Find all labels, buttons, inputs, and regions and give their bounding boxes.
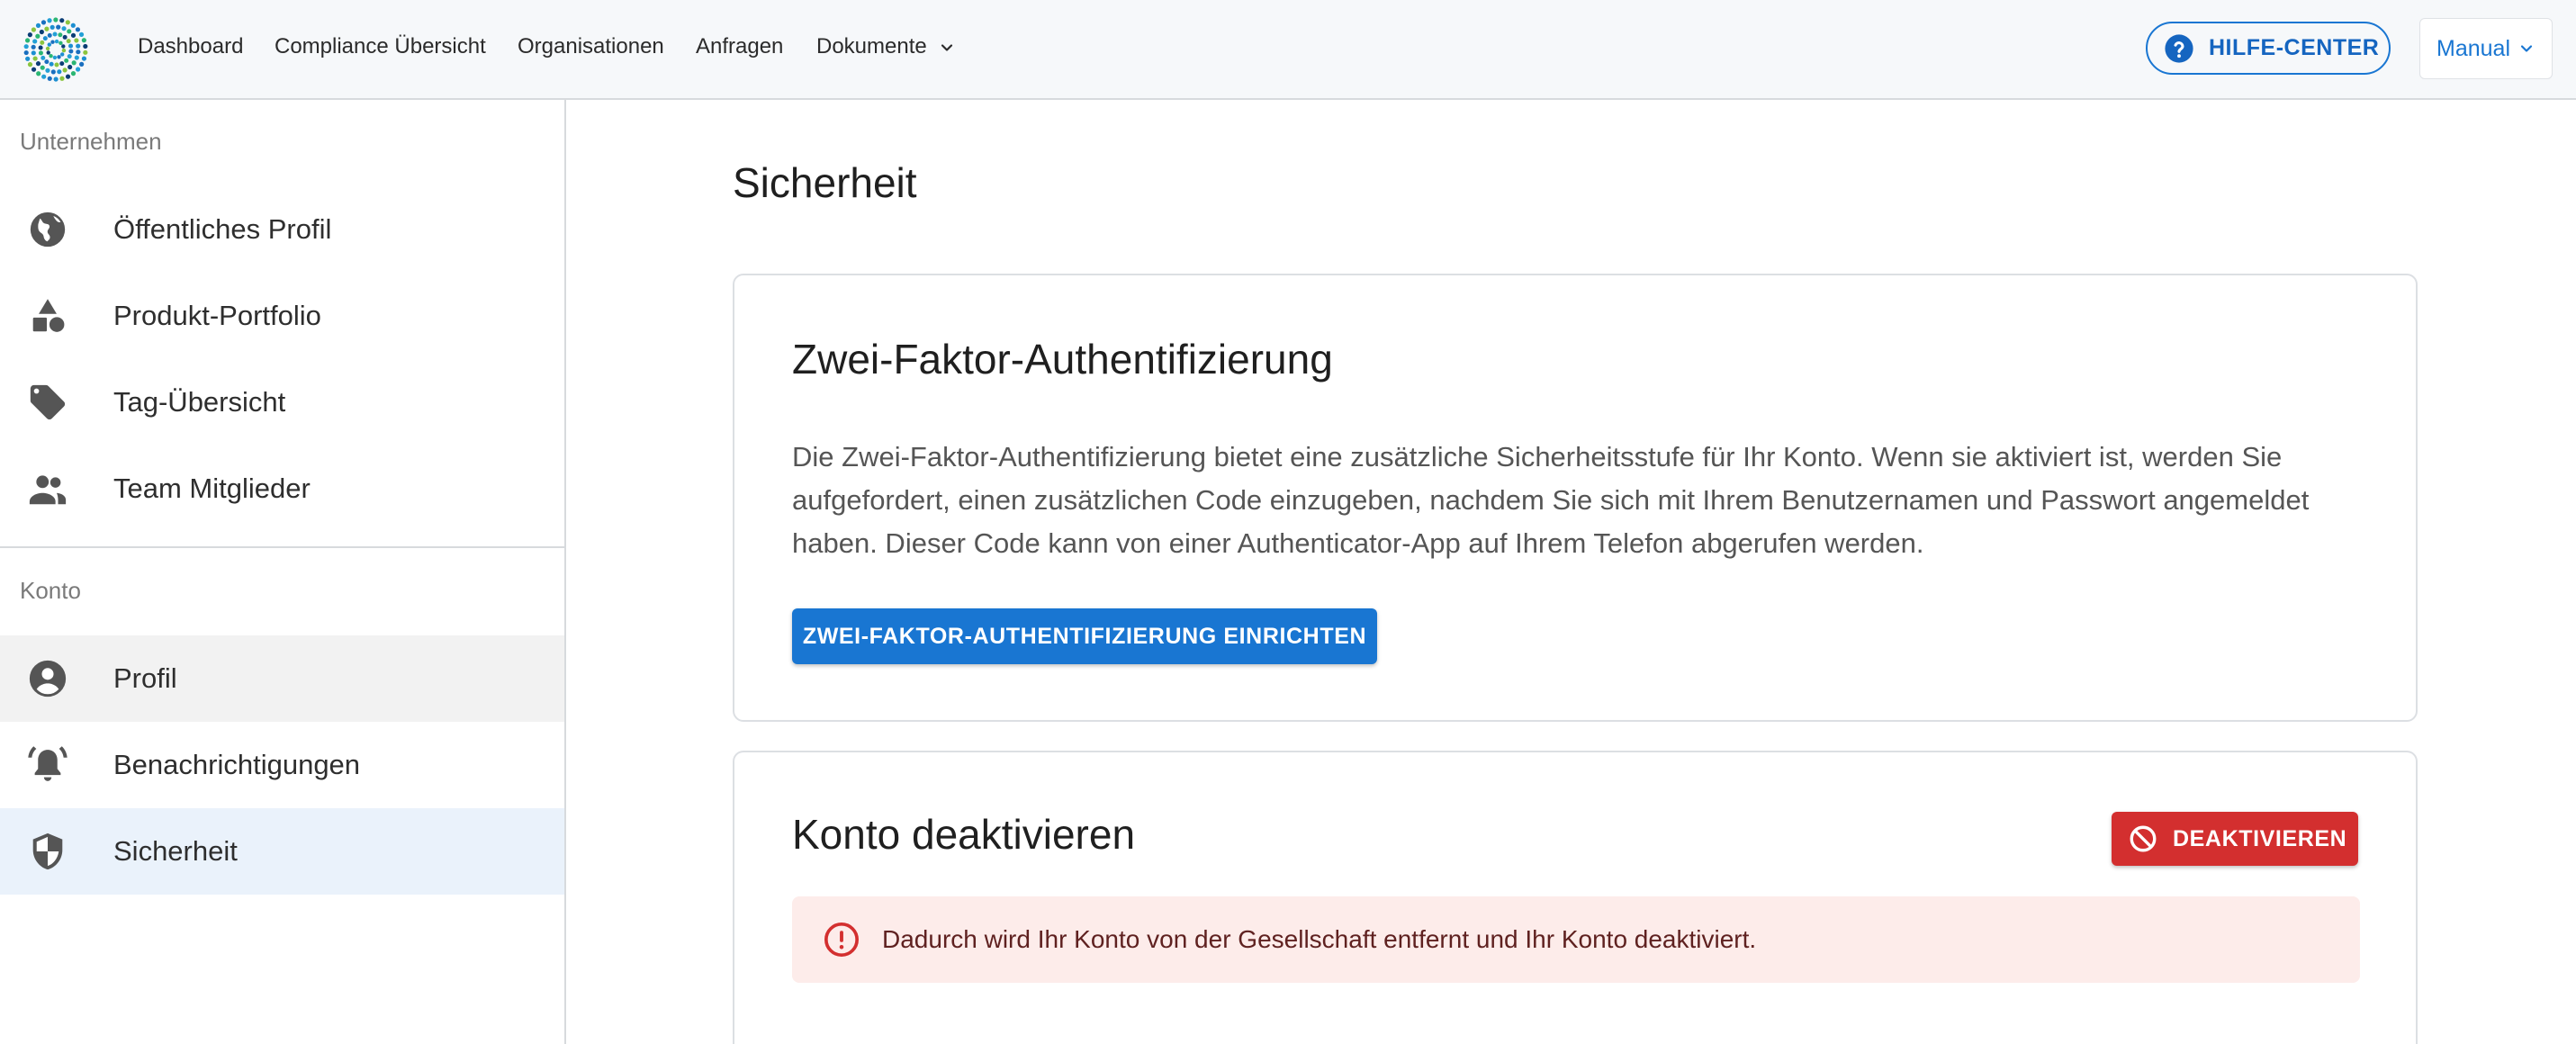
- error-outline-icon: [824, 922, 859, 957]
- sidebar-item-label: Team Mitglieder: [113, 472, 311, 504]
- sidebar-item-oeffentliches-profil[interactable]: Öffentliches Profil: [0, 186, 564, 273]
- top-navigation-bar: Dashboard Compliance Übersicht Organisat…: [0, 0, 2576, 100]
- alarm-bell-icon: [28, 746, 68, 781]
- manual-select-label: Manual: [2436, 35, 2510, 61]
- sidebar-item-benachrichtigungen[interactable]: Benachrichtigungen: [0, 722, 564, 808]
- deactivate-button[interactable]: DEAKTIVIEREN: [2112, 812, 2358, 866]
- sidebar-item-label: Benachrichtigungen: [113, 749, 361, 780]
- help-center-button[interactable]: HILFE-CENTER: [2146, 22, 2391, 75]
- deactivate-account-card: Konto deaktivieren DEAKTIVIEREN Dadurch …: [733, 751, 2418, 1044]
- sidebar-item-tag-uebersicht[interactable]: Tag-Übersicht: [0, 359, 564, 446]
- manual-select[interactable]: Manual: [2419, 18, 2553, 79]
- deactivate-button-label: DEAKTIVIEREN: [2173, 825, 2347, 851]
- nav-dashboard[interactable]: Dashboard: [138, 32, 243, 61]
- sidebar-item-label: Sicherheit: [113, 835, 238, 867]
- sidebar-item-profil[interactable]: Profil: [0, 635, 564, 722]
- people-icon: [29, 475, 67, 505]
- setup-two-factor-button[interactable]: ZWEI-FAKTOR-AUTHENTIFIZIERUNG EINRICHTEN: [792, 608, 1377, 664]
- page-title: Sicherheit: [733, 159, 917, 206]
- deactivate-warning-alert: Dadurch wird Ihr Konto von der Gesellsch…: [792, 896, 2360, 983]
- two-factor-card: Zwei-Faktor-Authentifizierung Die Zwei-F…: [733, 274, 2418, 722]
- sidebar-item-label: Tag-Übersicht: [113, 386, 286, 418]
- sidebar-section-title-konto: Konto: [20, 577, 81, 604]
- two-factor-title: Zwei-Faktor-Authentifizierung: [792, 336, 1333, 382]
- block-icon: [2130, 825, 2157, 852]
- nav-compliance-uebersicht[interactable]: Compliance Übersicht: [275, 32, 486, 61]
- account-circle-icon: [29, 660, 67, 698]
- chevron-down-icon: [2520, 45, 2533, 52]
- nav-organisationen[interactable]: Organisationen: [518, 32, 664, 61]
- sidebar-section-title-unternehmen: Unternehmen: [20, 128, 162, 155]
- nav-dokumente-label: Dokumente: [816, 34, 927, 58]
- sidebar-divider: [0, 546, 564, 548]
- sidebar: Unternehmen Öffentliches Profil Produkt-…: [0, 100, 566, 1044]
- chevron-down-icon: [941, 44, 953, 51]
- shapes-icon: [32, 299, 65, 332]
- nav-anfragen[interactable]: Anfragen: [696, 32, 783, 61]
- deactivate-title: Konto deaktivieren: [792, 811, 1136, 858]
- sidebar-item-label: Profil: [113, 662, 177, 694]
- sidebar-item-produkt-portfolio[interactable]: Produkt-Portfolio: [0, 273, 564, 359]
- help-center-label: HILFE-CENTER: [2209, 35, 2380, 60]
- globe-icon: [30, 212, 66, 248]
- sidebar-item-sicherheit[interactable]: Sicherheit: [0, 808, 564, 895]
- help-circle-icon: [2165, 33, 2193, 63]
- deactivate-warning-text: Dadurch wird Ihr Konto von der Gesellsch…: [882, 925, 1757, 953]
- sidebar-item-label: Öffentliches Profil: [113, 213, 332, 245]
- sidebar-item-team-mitglieder[interactable]: Team Mitglieder: [0, 446, 564, 532]
- shield-icon: [32, 832, 63, 870]
- company-logo[interactable]: [18, 12, 94, 87]
- tag-icon: [30, 384, 66, 420]
- sidebar-item-label: Produkt-Portfolio: [113, 300, 321, 331]
- nav-dokumente[interactable]: Dokumente: [816, 32, 956, 61]
- two-factor-description: Die Zwei-Faktor-Authentifizierung bietet…: [792, 441, 2310, 559]
